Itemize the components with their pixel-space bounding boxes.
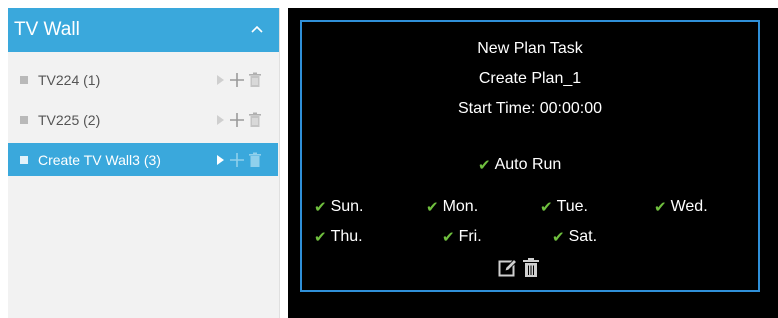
day-label: Fri.: [458, 228, 482, 245]
add-icon[interactable]: [229, 72, 245, 88]
day-label: Sun.: [330, 198, 364, 215]
plan-task-box[interactable]: New Plan Task Create Plan_1 Start Time: …: [300, 20, 760, 292]
trash-icon[interactable]: [522, 258, 540, 283]
check-icon: ✔: [540, 199, 553, 216]
play-icon[interactable]: [214, 73, 226, 87]
check-icon: ✔: [426, 199, 439, 216]
tv-item-tv224[interactable]: TV224 (1): [8, 63, 279, 96]
plan-view: New Plan Task Create Plan_1 Start Time: …: [288, 8, 778, 318]
day-label: Wed.: [670, 198, 708, 215]
tv-item-tv225[interactable]: TV225 (2): [8, 103, 279, 136]
day-tue: ✔ Tue.: [540, 198, 588, 216]
item-actions: [214, 63, 265, 96]
check-icon: ✔: [314, 199, 327, 216]
panel-title: TV Wall: [14, 19, 80, 40]
day-thu: ✔ Thu.: [314, 228, 363, 246]
add-icon[interactable]: [229, 152, 245, 168]
play-icon[interactable]: [214, 113, 226, 127]
tv-icon: [20, 75, 28, 84]
day-label: Tue.: [556, 198, 588, 215]
edit-icon[interactable]: [498, 258, 518, 283]
day-sat: ✔ Sat.: [552, 228, 597, 246]
day-wed: ✔ Wed.: [654, 198, 708, 216]
chevron-up-icon[interactable]: [249, 21, 265, 37]
tv-wall-panel: TV Wall TV224 (1) TV225 (2) Create TV Wa…: [8, 8, 446, 318]
plan-name: Create Plan_1: [478, 70, 582, 87]
day-label: Mon.: [442, 198, 479, 215]
trash-icon[interactable]: [248, 112, 262, 128]
day-fri: ✔ Fri.: [442, 228, 482, 246]
tv-item-label: Create TV Wall3 (3): [38, 151, 161, 168]
add-icon[interactable]: [229, 112, 245, 128]
day-label: Sat.: [568, 228, 598, 245]
trash-icon[interactable]: [248, 72, 262, 88]
tv-icon: [20, 155, 28, 164]
play-icon[interactable]: [214, 153, 226, 167]
plan-start-time: Start Time: 00:00:00: [457, 100, 603, 117]
check-icon: ✔: [442, 229, 455, 246]
auto-run-label: Auto Run: [494, 156, 562, 173]
task-actions: [498, 258, 540, 283]
tv-item-label: TV224 (1): [38, 71, 101, 88]
tv-list: TV224 (1) TV225 (2) Create TV Wall3 (3): [8, 63, 446, 176]
day-mon: ✔ Mon.: [426, 198, 478, 216]
tv-icon: [20, 115, 28, 124]
check-icon: ✔: [478, 157, 491, 174]
plan-title: New Plan Task: [477, 40, 583, 57]
tv-item-label: TV225 (2): [38, 111, 101, 128]
day-sun: ✔ Sun.: [314, 198, 364, 216]
tv-item-create-tv-wall3[interactable]: Create TV Wall3 (3): [8, 136, 446, 176]
check-icon: ✔: [552, 229, 565, 246]
item-actions: [214, 103, 265, 136]
auto-run: ✔ Auto Run: [478, 156, 561, 174]
trash-icon[interactable]: [248, 152, 262, 168]
item-actions: [214, 136, 446, 176]
check-icon: ✔: [654, 199, 667, 216]
day-label: Thu.: [330, 228, 363, 245]
check-icon: ✔: [314, 229, 327, 246]
panel-header[interactable]: TV Wall: [8, 8, 279, 52]
